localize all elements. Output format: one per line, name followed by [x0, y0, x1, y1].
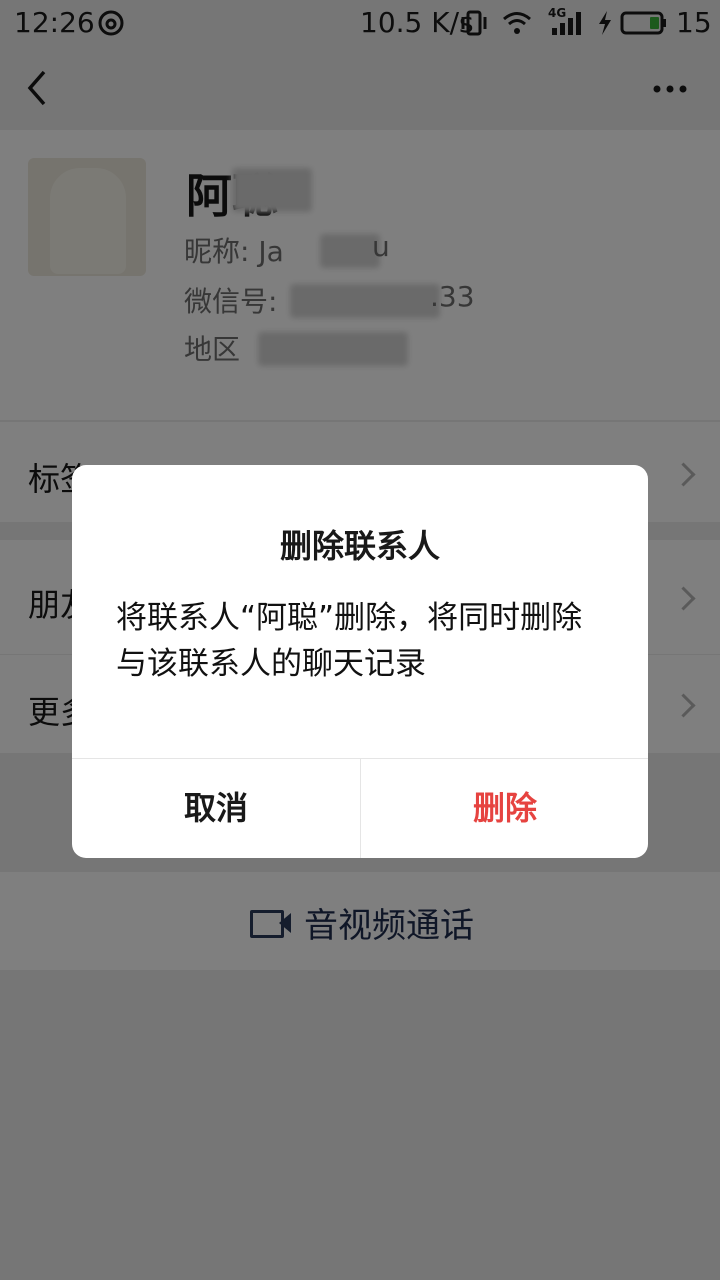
dialog-title: 删除联系人	[279, 527, 440, 565]
dialog-message: 将联系人“阿聪”删除，将同时删除与该联系人的聊天记录	[116, 600, 583, 682]
delete-contact-dialog: 删除联系人 将联系人“阿聪”删除，将同时删除与该联系人的聊天记录 取消 删除	[72, 465, 648, 858]
cancel-button[interactable]: 取消	[72, 759, 360, 858]
delete-button[interactable]: 删除	[361, 759, 648, 858]
